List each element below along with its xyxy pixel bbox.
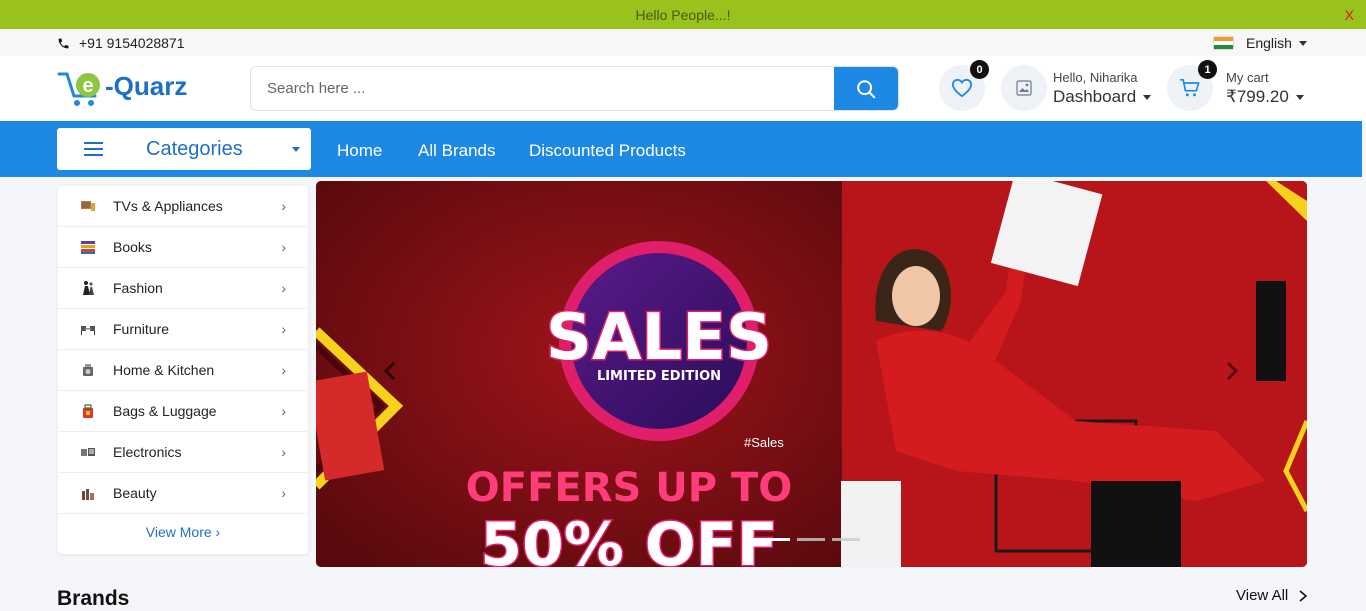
nav-link-discounted-products[interactable]: Discounted Products xyxy=(529,141,686,161)
chevron-down-icon xyxy=(292,147,300,152)
category-label: Beauty xyxy=(113,485,157,501)
nav-link-all-brands[interactable]: All Brands xyxy=(418,141,495,161)
category-label: Home & Kitchen xyxy=(113,362,215,378)
cart-button[interactable]: 1 xyxy=(1167,60,1217,111)
promo-banner-carousel[interactable]: SALES LIMITED EDITION #Sales OFFERS UP T… xyxy=(316,181,1307,567)
banner-artwork: SALES LIMITED EDITION #Sales OFFERS UP T… xyxy=(316,181,1307,567)
wishlist-count-badge: 0 xyxy=(970,60,989,79)
banner-hashtag: #Sales xyxy=(744,435,784,450)
beauty-icon xyxy=(82,489,94,500)
categories-label: Categories xyxy=(146,138,243,160)
cart-count-badge: 1 xyxy=(1198,60,1217,79)
view-all-label: View All xyxy=(1236,587,1289,604)
banner-subline: LIMITED EDITION xyxy=(597,369,721,384)
search-button[interactable] xyxy=(834,67,898,110)
avatar-image-icon xyxy=(1016,80,1032,96)
hamburger-icon xyxy=(84,142,103,156)
announcement-text: Hello People...! xyxy=(635,6,731,23)
contact-phone[interactable]: +91 9154028871 xyxy=(57,35,185,51)
wishlist-button[interactable]: 0 xyxy=(939,60,989,111)
heart-icon xyxy=(951,78,973,98)
home-kitchen-icon xyxy=(83,364,93,376)
account-dashboard-label: Dashboard xyxy=(1053,87,1137,106)
category-item-bags-luggage[interactable]: Bags & Luggage › xyxy=(58,391,308,432)
category-label: Furniture xyxy=(113,321,170,337)
announcement-close-button[interactable]: X xyxy=(1345,7,1354,23)
chevron-right-icon: › xyxy=(281,239,286,255)
category-item-electronics[interactable]: Electronics › xyxy=(58,432,308,473)
language-label: English xyxy=(1246,35,1292,51)
search-icon xyxy=(857,79,876,98)
account-menu[interactable]: Hello, Niharika Dashboard xyxy=(1053,70,1152,107)
site-header: e -Quarz 0 Hello, Niharika Dashboard 1 M… xyxy=(0,56,1366,121)
chevron-right-icon: › xyxy=(281,485,286,501)
category-item-home-kitchen[interactable]: Home & Kitchen › xyxy=(58,350,308,391)
category-item-tvs-appliances[interactable]: TVs & Appliances › xyxy=(58,186,308,227)
tv-appliances-icon xyxy=(81,201,95,211)
account-greeting: Hello, Niharika xyxy=(1053,70,1138,85)
svg-text:-Quarz: -Quarz xyxy=(105,71,187,101)
info-bar: +91 9154028871 English xyxy=(0,29,1366,56)
carousel-dot-2[interactable] xyxy=(797,538,825,541)
fashion-icon xyxy=(83,281,94,295)
view-more-label: View More xyxy=(145,524,212,540)
books-icon xyxy=(81,241,95,254)
main-nav: Categories Home All Brands Discounted Pr… xyxy=(0,121,1362,177)
chevron-right-icon: › xyxy=(281,403,286,419)
view-more-categories-link[interactable]: View More › xyxy=(58,524,308,540)
category-sidebar: TVs & Appliances › Books › Fashion › Fur… xyxy=(58,186,308,554)
category-label: Electronics xyxy=(113,444,182,460)
chevron-down-icon xyxy=(1295,94,1304,100)
carousel-dot-1[interactable] xyxy=(762,538,790,541)
category-label: Books xyxy=(113,239,152,255)
nav-link-home[interactable]: Home xyxy=(337,141,382,161)
phone-icon xyxy=(58,38,69,48)
chevron-right-icon: › xyxy=(281,321,286,337)
banner-offer-line2: 50% OFF xyxy=(480,510,777,567)
account-avatar[interactable] xyxy=(1001,65,1047,111)
announcement-bar: Hello People...! X xyxy=(0,0,1366,29)
banner-offer-line1: OFFERS UP TO xyxy=(466,465,793,511)
view-all-brands-link[interactable]: View All xyxy=(1236,587,1309,604)
language-selector[interactable]: English xyxy=(1213,35,1307,51)
chevron-right-icon xyxy=(1299,589,1308,602)
chevron-right-icon: › xyxy=(281,362,286,378)
cart-menu[interactable]: My cart ₹799.20 xyxy=(1226,70,1304,107)
cart-label: My cart xyxy=(1226,70,1269,85)
bags-luggage-icon xyxy=(83,404,93,418)
category-label: Fashion xyxy=(113,280,163,296)
brands-section-title: Brands xyxy=(57,587,130,610)
chevron-right-icon: › xyxy=(281,444,286,460)
carousel-dot-3[interactable] xyxy=(832,538,860,541)
chevron-right-icon: › xyxy=(281,198,286,214)
cart-icon xyxy=(1180,79,1200,97)
category-item-furniture[interactable]: Furniture › xyxy=(58,309,308,350)
category-item-books[interactable]: Books › xyxy=(58,227,308,268)
logo-graphic: e -Quarz xyxy=(57,71,187,106)
category-item-beauty[interactable]: Beauty › xyxy=(58,473,308,514)
chevron-down-icon xyxy=(1143,94,1152,100)
search-box xyxy=(250,66,899,111)
category-label: TVs & Appliances xyxy=(113,198,223,214)
chevron-down-icon xyxy=(1298,40,1307,46)
india-flag-icon xyxy=(1213,36,1234,50)
phone-number: +91 9154028871 xyxy=(79,35,185,51)
electronics-icon xyxy=(81,448,95,456)
category-item-fashion[interactable]: Fashion › xyxy=(58,268,308,309)
categories-dropdown[interactable]: Categories xyxy=(57,128,311,170)
furniture-icon xyxy=(81,326,95,335)
search-input[interactable] xyxy=(251,67,836,110)
cart-total: ₹799.20 xyxy=(1226,87,1289,106)
chevron-right-icon: › xyxy=(281,280,286,296)
banner-headline: SALES xyxy=(546,301,772,375)
category-label: Bags & Luggage xyxy=(113,403,217,419)
site-logo[interactable]: e -Quarz xyxy=(57,66,217,110)
svg-text:e: e xyxy=(82,75,93,97)
